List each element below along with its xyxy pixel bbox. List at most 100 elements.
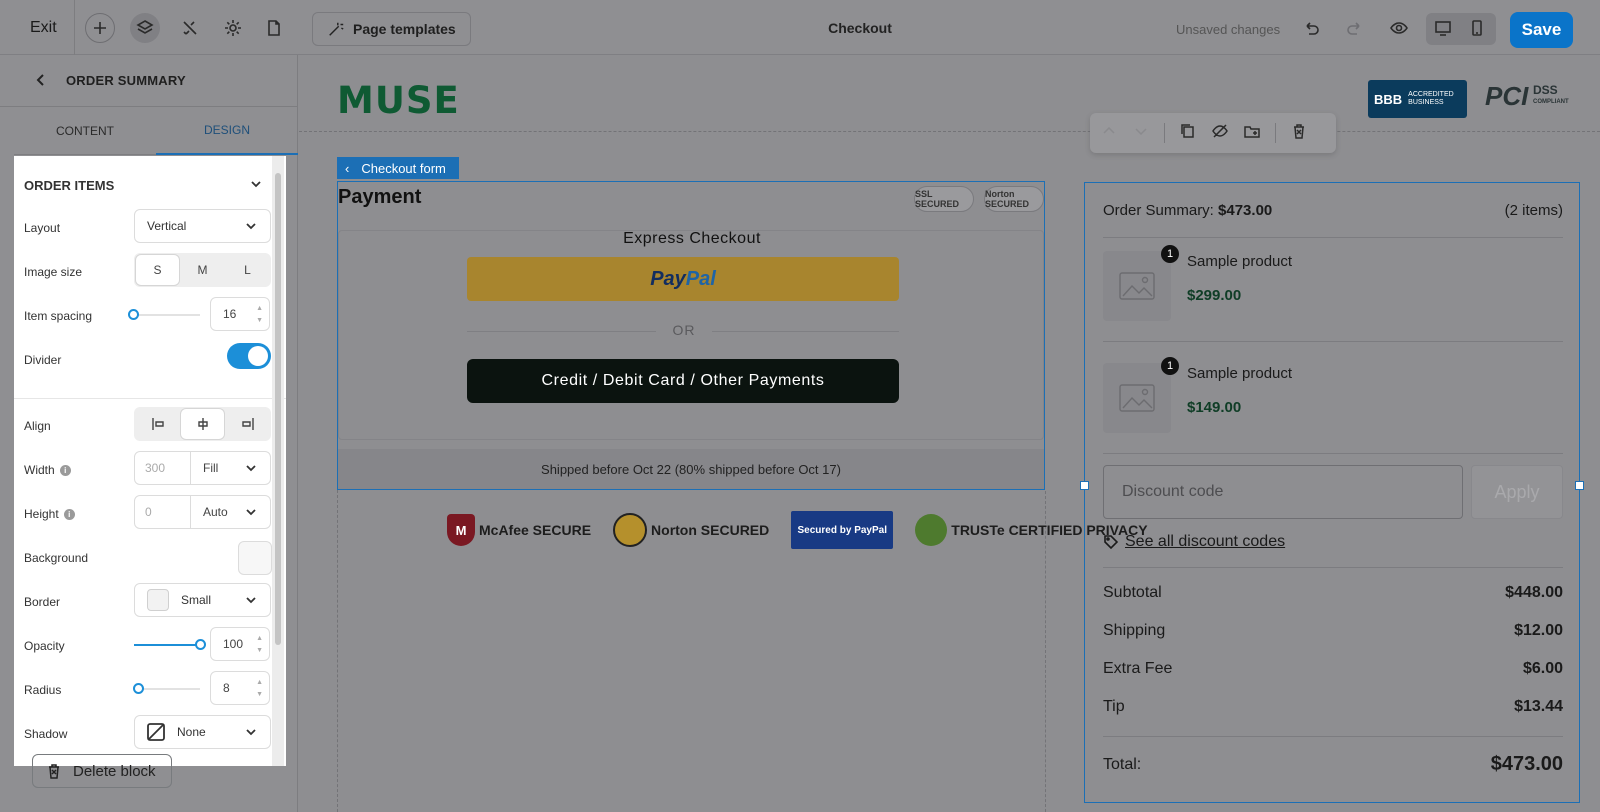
background-color-swatch[interactable] bbox=[238, 541, 272, 575]
move-up-button[interactable] bbox=[1100, 122, 1118, 145]
info-icon[interactable]: i bbox=[63, 508, 75, 520]
product-name: Sample product bbox=[1187, 365, 1293, 382]
discount-code-input[interactable]: Discount code bbox=[1103, 465, 1463, 519]
border-select-content: Small bbox=[147, 589, 211, 611]
border-color-swatch bbox=[147, 589, 169, 611]
no-shadow-icon bbox=[147, 723, 165, 741]
decrement-icon[interactable]: ▼ bbox=[256, 690, 263, 699]
card-payment-button[interactable]: Credit / Debit Card / Other Payments bbox=[467, 359, 899, 403]
info-icon[interactable]: i bbox=[59, 464, 71, 476]
background-label: Background bbox=[24, 551, 89, 565]
height-label: Height i bbox=[24, 507, 75, 521]
shadow-label: Shadow bbox=[24, 727, 68, 741]
layout-label: Layout bbox=[24, 221, 61, 235]
product-image-placeholder bbox=[1103, 363, 1171, 433]
align-left-icon bbox=[151, 418, 164, 430]
decrement-icon[interactable]: ▼ bbox=[256, 316, 263, 325]
or-label: OR bbox=[656, 322, 712, 338]
opacity-input[interactable]: 100 ▲ ▼ bbox=[210, 627, 270, 661]
eye-icon bbox=[1390, 22, 1408, 34]
tools-icon bbox=[183, 21, 197, 35]
save-button[interactable]: Save bbox=[1510, 12, 1573, 48]
image-size-segmented: S M L bbox=[134, 253, 271, 287]
width-mode-select[interactable]: Fill bbox=[191, 452, 270, 484]
layout-select[interactable]: Vertical bbox=[134, 209, 271, 243]
item-spacing-slider-knob[interactable] bbox=[128, 309, 139, 320]
page-title: Checkout bbox=[828, 20, 892, 36]
section-title: ORDER ITEMS bbox=[24, 178, 115, 193]
item-spacing-input[interactable]: 16 ▲ ▼ bbox=[210, 297, 270, 331]
height-mode-value: Auto bbox=[203, 505, 228, 519]
item-spacing-slider-track[interactable] bbox=[134, 314, 200, 316]
increment-icon[interactable]: ▲ bbox=[256, 678, 263, 687]
order-summary-block[interactable]: Order Summary: $473.00 (2 items) 1 Sampl… bbox=[1080, 182, 1584, 803]
chevron-left-icon bbox=[36, 74, 44, 86]
increment-icon[interactable]: ▲ bbox=[256, 304, 263, 313]
mobile-view-button[interactable] bbox=[1462, 13, 1492, 43]
width-label: Width i bbox=[24, 463, 71, 477]
redo-icon bbox=[1347, 22, 1360, 35]
resize-handle-right[interactable] bbox=[1575, 481, 1584, 490]
desktop-view-button[interactable] bbox=[1428, 13, 1458, 43]
layers-button[interactable] bbox=[130, 13, 160, 43]
back-button[interactable] bbox=[32, 71, 52, 91]
settings-button[interactable] bbox=[218, 13, 248, 43]
decrement-icon[interactable]: ▼ bbox=[256, 646, 263, 655]
image-size-label: Image size bbox=[24, 265, 83, 279]
design-panel: ORDER ITEMS Layout Vertical Image size S… bbox=[14, 156, 286, 766]
pci-dss-badge: PCI DSS COMPLIANT bbox=[1485, 81, 1569, 112]
chevron-down-icon bbox=[246, 597, 256, 604]
see-discount-codes-link[interactable]: See all discount codes bbox=[1103, 533, 1285, 551]
width-input[interactable]: 300 bbox=[135, 452, 191, 484]
add-block-button[interactable] bbox=[85, 13, 115, 43]
page-templates-label: Page templates bbox=[353, 21, 456, 37]
image-size-l[interactable]: L bbox=[226, 255, 269, 285]
move-down-button[interactable] bbox=[1132, 122, 1150, 145]
tag-icon bbox=[1104, 535, 1119, 550]
hide-button[interactable] bbox=[1211, 122, 1229, 145]
exit-button[interactable]: Exit bbox=[30, 19, 57, 37]
checkout-form-tag[interactable]: ‹ Checkout form bbox=[337, 157, 459, 179]
redo-button[interactable] bbox=[1340, 13, 1370, 43]
opacity-slider-track[interactable] bbox=[134, 644, 200, 646]
preview-button[interactable] bbox=[1384, 13, 1414, 43]
resize-handle-left[interactable] bbox=[1080, 481, 1089, 490]
radius-slider-knob[interactable] bbox=[133, 683, 144, 694]
tools-button[interactable] bbox=[175, 13, 205, 43]
increment-icon[interactable]: ▲ bbox=[256, 634, 263, 643]
page-templates-button[interactable]: Page templates bbox=[312, 12, 471, 46]
divider-toggle[interactable] bbox=[227, 343, 271, 369]
undo-button[interactable] bbox=[1296, 13, 1326, 43]
align-center-button[interactable] bbox=[181, 409, 224, 439]
width-control: 300 Fill bbox=[134, 451, 271, 485]
paypal-button[interactable]: Pay Pal bbox=[467, 257, 899, 301]
height-mode-select[interactable]: Auto bbox=[191, 496, 270, 528]
border-select[interactable]: Small bbox=[134, 583, 271, 617]
image-size-m[interactable]: M bbox=[181, 255, 224, 285]
magic-wand-icon bbox=[329, 22, 344, 36]
ssl-badge: SSL SECURED bbox=[914, 186, 974, 212]
extra-fee-row: Extra Fee $6.00 bbox=[1103, 660, 1563, 678]
tab-design[interactable]: DESIGN bbox=[156, 107, 298, 155]
shadow-select[interactable]: None bbox=[134, 715, 271, 749]
pages-button[interactable] bbox=[259, 13, 289, 43]
image-size-s[interactable]: S bbox=[136, 255, 179, 285]
delete-block-button[interactable]: Delete block bbox=[32, 754, 172, 788]
height-input[interactable]: 0 bbox=[135, 496, 191, 528]
collapse-section-button[interactable] bbox=[249, 177, 263, 196]
panel-scrollbar-thumb[interactable] bbox=[275, 173, 281, 645]
delete-button[interactable] bbox=[1290, 122, 1308, 145]
align-right-button[interactable] bbox=[226, 409, 269, 439]
save-as-template-button[interactable] bbox=[1243, 122, 1261, 145]
radius-input[interactable]: 8 ▲ ▼ bbox=[210, 671, 270, 705]
duplicate-button[interactable] bbox=[1179, 122, 1197, 145]
tab-content[interactable]: CONTENT bbox=[14, 107, 156, 155]
product-image-placeholder bbox=[1103, 251, 1171, 321]
tip-label: Tip bbox=[1103, 698, 1125, 715]
opacity-value: 100 bbox=[223, 637, 244, 651]
trash-icon bbox=[1294, 123, 1304, 139]
apply-discount-button[interactable]: Apply bbox=[1471, 465, 1563, 519]
width-mode-value: Fill bbox=[203, 461, 219, 475]
align-left-button[interactable] bbox=[136, 409, 179, 439]
opacity-slider-knob[interactable] bbox=[195, 639, 206, 650]
